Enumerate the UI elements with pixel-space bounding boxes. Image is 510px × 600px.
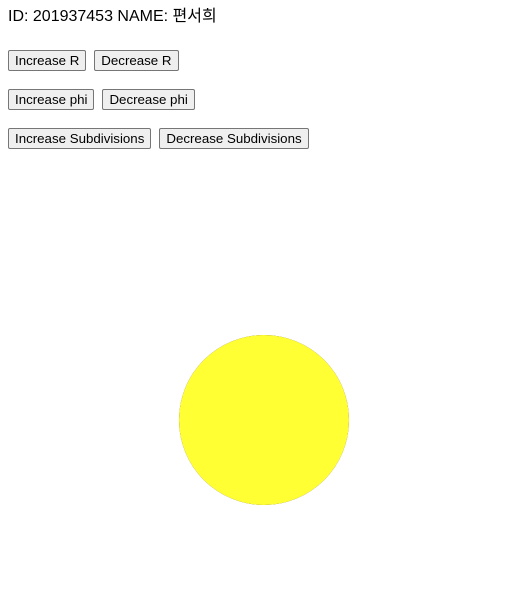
shaded-sphere xyxy=(179,335,349,505)
sphere-lit-region xyxy=(179,335,349,505)
webgl-canvas[interactable] xyxy=(8,163,508,593)
radius-controls: Increase R Decrease R xyxy=(8,50,179,71)
increase-r-button[interactable]: Increase R xyxy=(8,50,87,71)
increase-subdivisions-button[interactable]: Increase Subdivisions xyxy=(8,128,152,149)
decrease-subdivisions-button[interactable]: Decrease Subdivisions xyxy=(159,128,309,149)
subdivision-controls: Increase Subdivisions Decrease Subdivisi… xyxy=(8,128,309,149)
increase-phi-button[interactable]: Increase phi xyxy=(8,89,95,110)
decrease-r-button[interactable]: Decrease R xyxy=(94,50,179,71)
decrease-phi-button[interactable]: Decrease phi xyxy=(102,89,195,110)
phi-controls: Increase phi Decrease phi xyxy=(8,89,195,110)
student-info-header: ID: 201937453 NAME: 편서희 xyxy=(8,8,217,25)
